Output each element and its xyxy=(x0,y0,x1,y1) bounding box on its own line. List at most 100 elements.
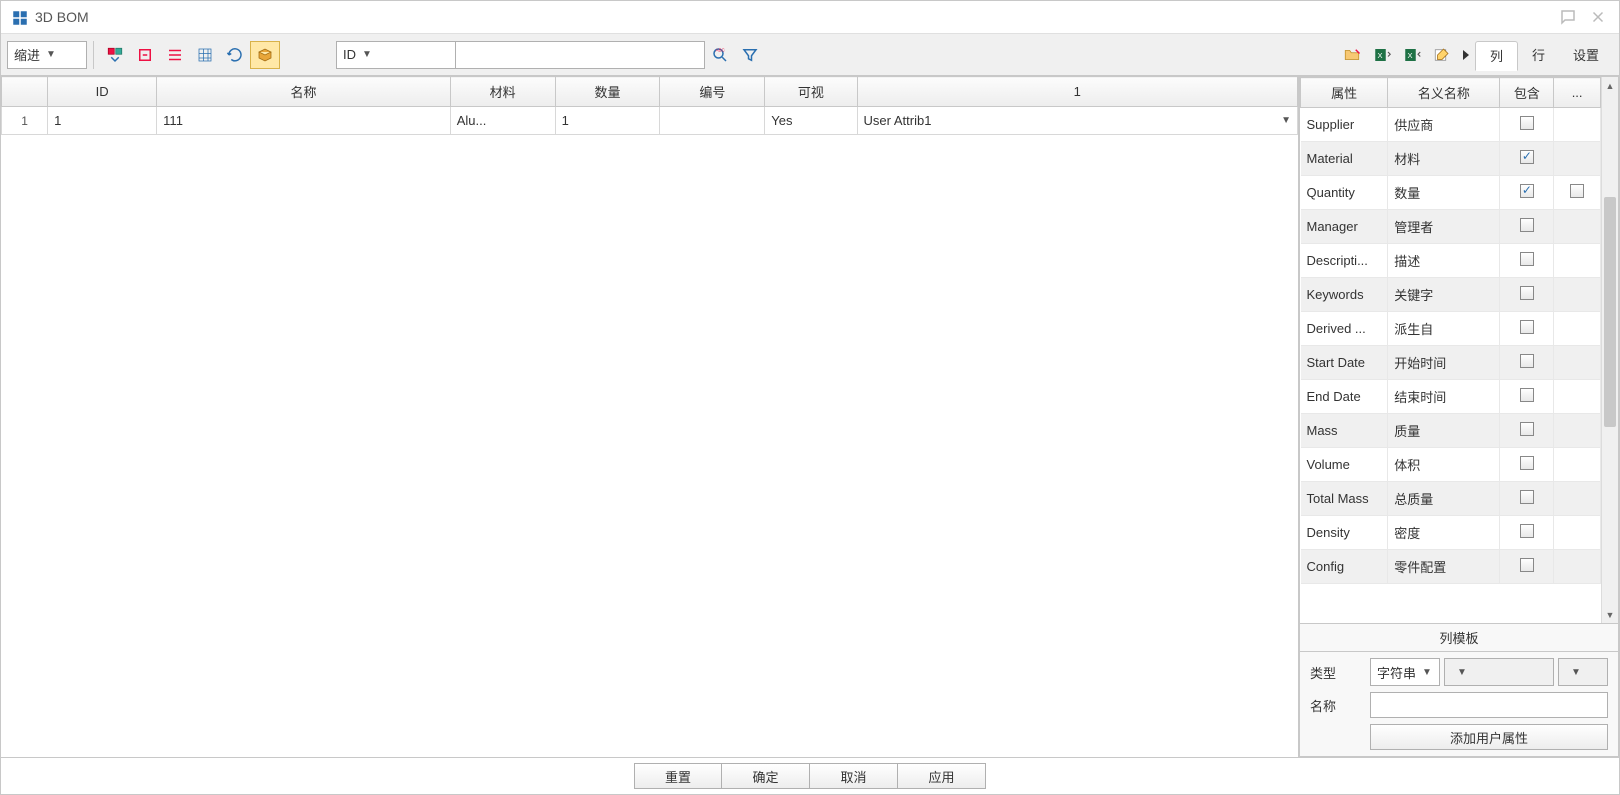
property-row[interactable]: Config零件配置 xyxy=(1301,550,1601,584)
disp-cell[interactable]: 材料 xyxy=(1388,142,1500,176)
property-row[interactable]: Supplier供应商 xyxy=(1301,108,1601,142)
include-checkbox[interactable] xyxy=(1520,524,1534,538)
property-row[interactable]: Start Date开始时间 xyxy=(1301,346,1601,380)
disp-cell[interactable]: 零件配置 xyxy=(1388,550,1500,584)
col-quantity[interactable]: 数量 xyxy=(555,77,660,107)
tab-columns[interactable]: 列 xyxy=(1475,41,1518,71)
col-1[interactable]: 1 xyxy=(857,77,1297,107)
include-cell[interactable] xyxy=(1500,142,1554,176)
more-cell[interactable] xyxy=(1554,346,1601,380)
include-checkbox[interactable] xyxy=(1520,388,1534,402)
type-combo[interactable]: 字符串 ▼ xyxy=(1370,658,1440,686)
property-row[interactable]: Descripti...描述 xyxy=(1301,244,1601,278)
cell-col1[interactable]: User Attrib1 ▼ xyxy=(857,107,1297,135)
include-cell[interactable] xyxy=(1500,278,1554,312)
include-checkbox[interactable] xyxy=(1520,184,1534,198)
more-cell[interactable] xyxy=(1554,108,1601,142)
cell-rownum[interactable]: 1 xyxy=(2,107,48,135)
search-button[interactable]: ABC xyxy=(705,41,735,69)
add-user-attr-button[interactable]: 添加用户属性 xyxy=(1370,724,1608,750)
include-checkbox[interactable] xyxy=(1520,150,1534,164)
disp-cell[interactable]: 供应商 xyxy=(1388,108,1500,142)
more-cell[interactable] xyxy=(1554,210,1601,244)
attr-cell[interactable]: Supplier xyxy=(1301,108,1388,142)
disp-cell[interactable]: 派生自 xyxy=(1388,312,1500,346)
expand-all-button[interactable] xyxy=(100,41,130,69)
include-checkbox[interactable] xyxy=(1520,558,1534,572)
col-include[interactable]: 包含 xyxy=(1500,78,1554,108)
disp-cell[interactable]: 质量 xyxy=(1388,414,1500,448)
disp-cell[interactable]: 密度 xyxy=(1388,516,1500,550)
type-third-combo[interactable]: ▼ xyxy=(1558,658,1608,686)
cell-id[interactable]: 1 xyxy=(48,107,157,135)
refresh-button[interactable] xyxy=(220,41,250,69)
property-row[interactable]: Keywords关键字 xyxy=(1301,278,1601,312)
column-template-button[interactable]: 列模板 xyxy=(1299,624,1619,652)
include-checkbox[interactable] xyxy=(1520,320,1534,334)
attr-cell[interactable]: Volume xyxy=(1301,448,1388,482)
include-cell[interactable] xyxy=(1500,550,1554,584)
property-row[interactable]: End Date结束时间 xyxy=(1301,380,1601,414)
collapse-all-button[interactable] xyxy=(130,41,160,69)
cell-material[interactable]: Alu... xyxy=(450,107,555,135)
include-cell[interactable] xyxy=(1500,210,1554,244)
indent-combo[interactable]: 缩进 ▼ xyxy=(7,41,87,69)
excel-export-button[interactable]: X xyxy=(1397,41,1427,69)
more-cell[interactable] xyxy=(1554,176,1601,210)
tab-rows[interactable]: 行 xyxy=(1518,40,1559,70)
table-row[interactable]: 1 1 111 Alu... 1 Yes User Attrib1 ▼ xyxy=(2,107,1298,135)
include-cell[interactable] xyxy=(1500,346,1554,380)
disp-cell[interactable]: 总质量 xyxy=(1388,482,1500,516)
more-cell[interactable] xyxy=(1554,142,1601,176)
attr-cell[interactable]: Mass xyxy=(1301,414,1388,448)
include-checkbox[interactable] xyxy=(1520,354,1534,368)
reset-button[interactable]: 重置 xyxy=(634,763,722,789)
attr-cell[interactable]: End Date xyxy=(1301,380,1388,414)
scroll-up-icon[interactable]: ▲ xyxy=(1602,77,1618,94)
include-cell[interactable] xyxy=(1500,482,1554,516)
disp-cell[interactable]: 管理者 xyxy=(1388,210,1500,244)
box-button[interactable] xyxy=(250,41,280,69)
include-cell[interactable] xyxy=(1500,176,1554,210)
include-cell[interactable] xyxy=(1500,244,1554,278)
scroll-down-icon[interactable]: ▼ xyxy=(1602,606,1618,623)
disp-cell[interactable]: 开始时间 xyxy=(1388,346,1500,380)
scrollbar-vertical[interactable]: ▲ ▼ xyxy=(1601,77,1618,623)
attr-cell[interactable]: Descripti... xyxy=(1301,244,1388,278)
attr-cell[interactable]: Material xyxy=(1301,142,1388,176)
grid-button[interactable] xyxy=(190,41,220,69)
list-button[interactable] xyxy=(160,41,190,69)
include-checkbox[interactable] xyxy=(1520,218,1534,232)
disp-cell[interactable]: 数量 xyxy=(1388,176,1500,210)
col-attr[interactable]: 属性 xyxy=(1301,78,1388,108)
scrollbar-thumb[interactable] xyxy=(1604,197,1616,427)
property-row[interactable]: Mass质量 xyxy=(1301,414,1601,448)
overflow-right-icon[interactable] xyxy=(1457,41,1475,69)
attr-cell[interactable]: Quantity xyxy=(1301,176,1388,210)
include-checkbox[interactable] xyxy=(1520,116,1534,130)
attr-cell[interactable]: Manager xyxy=(1301,210,1388,244)
include-checkbox[interactable] xyxy=(1520,286,1534,300)
more-cell[interactable] xyxy=(1554,414,1601,448)
cell-visible[interactable]: Yes xyxy=(765,107,857,135)
more-checkbox[interactable] xyxy=(1570,184,1584,198)
more-cell[interactable] xyxy=(1554,312,1601,346)
property-row[interactable]: Density密度 xyxy=(1301,516,1601,550)
disp-cell[interactable]: 关键字 xyxy=(1388,278,1500,312)
search-input[interactable] xyxy=(455,41,705,69)
col-dispname[interactable]: 名义名称 xyxy=(1388,78,1500,108)
apply-button[interactable]: 应用 xyxy=(898,763,986,789)
disp-cell[interactable]: 描述 xyxy=(1388,244,1500,278)
attr-cell[interactable]: Keywords xyxy=(1301,278,1388,312)
col-more[interactable]: ... xyxy=(1554,78,1601,108)
cell-col1-combo[interactable]: User Attrib1 ▼ xyxy=(864,113,1291,128)
include-checkbox[interactable] xyxy=(1520,490,1534,504)
tab-settings[interactable]: 设置 xyxy=(1559,40,1613,70)
more-cell[interactable] xyxy=(1554,244,1601,278)
ok-button[interactable]: 确定 xyxy=(722,763,810,789)
col-number[interactable]: 编号 xyxy=(660,77,765,107)
attr-cell[interactable]: Density xyxy=(1301,516,1388,550)
include-checkbox[interactable] xyxy=(1520,422,1534,436)
include-cell[interactable] xyxy=(1500,312,1554,346)
include-checkbox[interactable] xyxy=(1520,456,1534,470)
